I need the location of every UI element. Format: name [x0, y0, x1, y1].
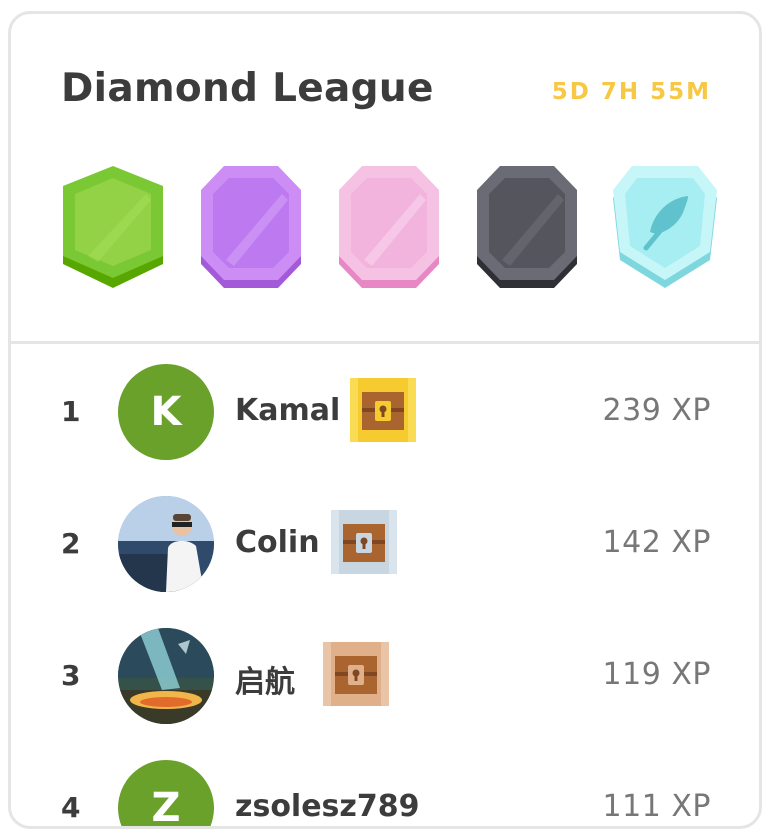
xp-value: 239 XP	[602, 393, 711, 428]
league-badges	[11, 164, 759, 294]
avatar[interactable]	[118, 628, 214, 724]
rank-number: 1	[61, 395, 81, 428]
xp-value: 111 XP	[602, 789, 711, 824]
league-title: Diamond League	[61, 66, 434, 111]
leaderboard-card: Diamond League 5D 7H 55M 1 K Kamal 239 X…	[8, 11, 762, 829]
rank-number: 3	[61, 659, 81, 692]
username[interactable]: zsolesz789	[235, 789, 420, 824]
bronze-chest-icon	[323, 642, 389, 706]
username[interactable]: 启航	[235, 657, 295, 701]
username[interactable]: Colin	[235, 525, 320, 560]
rank-number: 2	[61, 527, 81, 560]
xp-value: 142 XP	[602, 525, 711, 560]
gold-chest-icon	[350, 378, 416, 442]
username[interactable]: Kamal	[235, 393, 340, 428]
pink-league-badge[interactable]	[334, 164, 444, 292]
dark-league-badge[interactable]	[472, 164, 582, 292]
avatar[interactable]: K	[118, 364, 214, 460]
rank-number: 4	[61, 791, 81, 824]
avatar[interactable]: Z	[118, 760, 214, 826]
leaderboard-row[interactable]: 1 K Kamal 239 XP	[11, 361, 759, 461]
section-divider	[11, 341, 759, 344]
leaderboard-row[interactable]: 4 Z zsolesz789 111 XP	[11, 757, 759, 826]
diamond-league-badge[interactable]	[610, 164, 720, 292]
league-timer: 5D 7H 55M	[551, 79, 711, 105]
avatar[interactable]	[118, 496, 214, 592]
purple-league-badge[interactable]	[196, 164, 306, 292]
green-league-badge[interactable]	[58, 164, 168, 292]
leaderboard-row[interactable]: 2 Colin 142 XP	[11, 493, 759, 593]
silver-chest-icon	[331, 510, 397, 574]
leaderboard-row[interactable]: 3 启航 119 XP	[11, 625, 759, 725]
xp-value: 119 XP	[602, 657, 711, 692]
